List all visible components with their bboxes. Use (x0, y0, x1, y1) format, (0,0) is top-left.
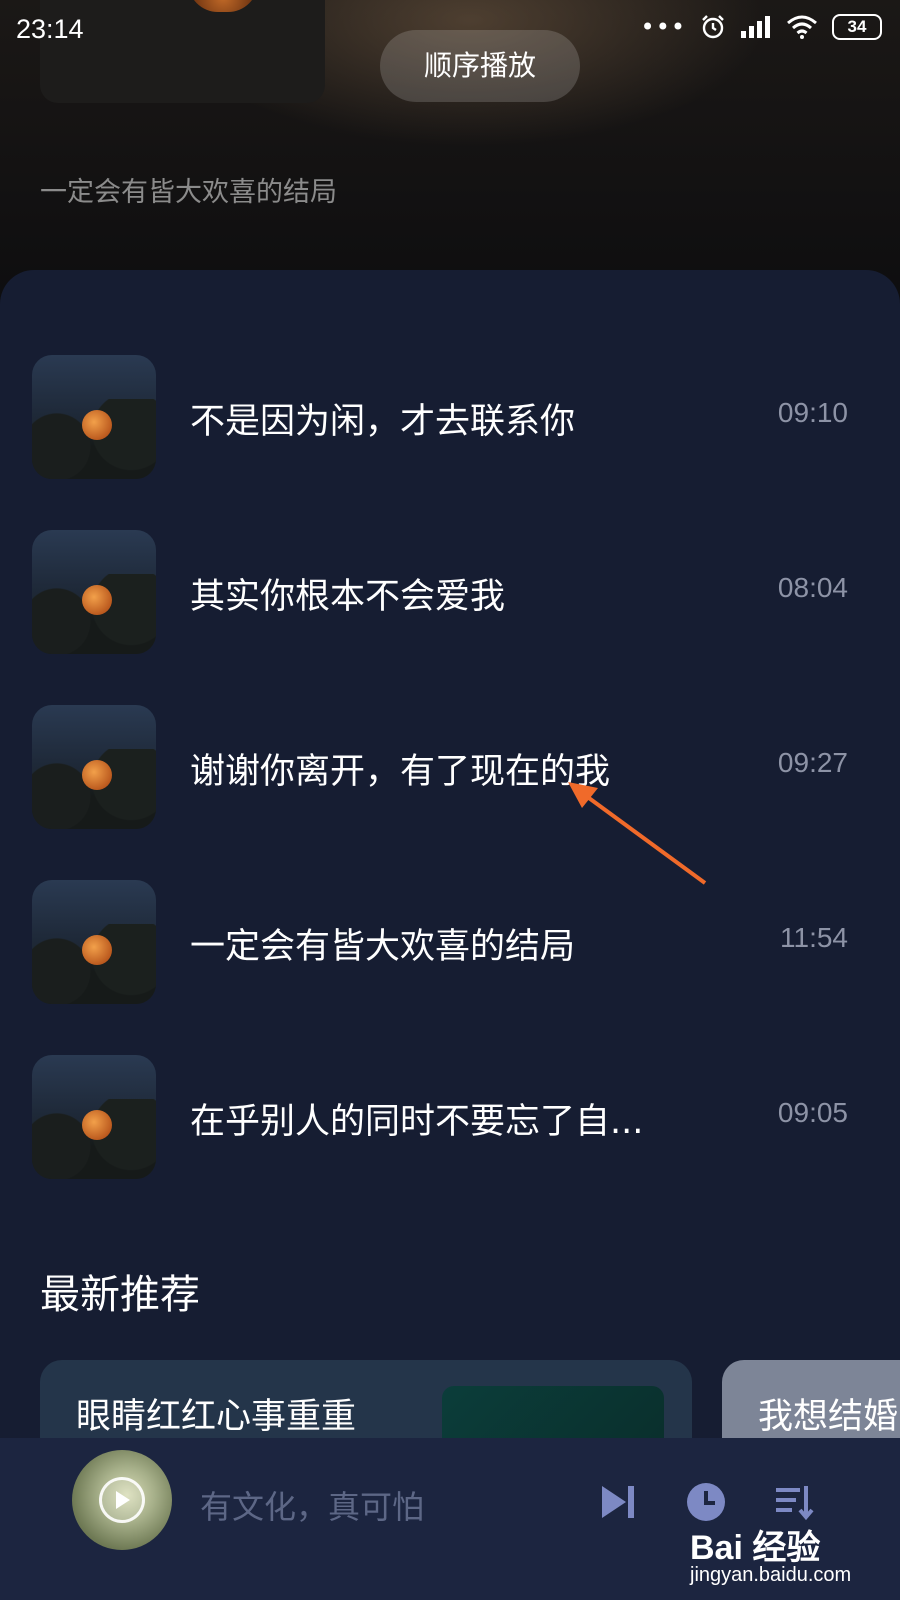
wifi-icon (787, 15, 817, 39)
annotation-arrow-icon (568, 782, 707, 885)
song-title: 不是因为闲，才去联系你 (190, 402, 576, 442)
song-duration: 11:54 (780, 922, 848, 953)
song-thumbnail (32, 355, 156, 479)
song-duration: 08:04 (777, 572, 848, 603)
list-item[interactable]: 不是因为闲，才去联系你 09:10 (0, 355, 900, 479)
status-time: 23:14 (16, 14, 84, 44)
song-duration: 09:27 (777, 747, 848, 778)
play-icon[interactable] (99, 1477, 145, 1523)
next-track-icon[interactable] (596, 1480, 640, 1524)
alarm-icon (702, 15, 724, 39)
section-title: 最新推荐 (40, 1272, 200, 1318)
song-duration: 09:05 (777, 1097, 848, 1128)
song-thumbnail (32, 880, 156, 1004)
song-thumbnail (32, 530, 156, 654)
playlist-icon[interactable] (772, 1480, 816, 1524)
more-dots-icon: ••• (640, 13, 686, 41)
status-icons: ••• 34 (641, 14, 882, 40)
baidu-logo: Bai 经验 (690, 1529, 821, 1567)
signal-icon (741, 16, 770, 38)
song-duration: 09:10 (777, 397, 848, 428)
song-title: 在乎别人的同时不要忘了自... (190, 1102, 644, 1142)
list-item[interactable]: 谢谢你离开，有了现在的我 09:27 (0, 705, 900, 829)
mini-player-cover[interactable] (72, 1450, 172, 1550)
song-title: 其实你根本不会爱我 (190, 577, 506, 617)
mini-player-title: 有文化，真可怕 (200, 1488, 425, 1526)
watermark-url: jingyan.baidu.com (690, 1564, 852, 1586)
song-title: 一定会有皆大欢喜的结局 (190, 927, 576, 967)
song-thumbnail (32, 1055, 156, 1179)
battery-indicator: 34 (832, 14, 882, 40)
recommend-card-title: 眼睛红红心事重重 (76, 1397, 357, 1437)
song-title: 谢谢你离开，有了现在的我 (190, 752, 611, 792)
watermark: Bai 经验 jingyan.baidu.com (690, 1520, 851, 1586)
play-mode-button[interactable]: 顺序播放 (380, 30, 580, 102)
recommend-card-title: 我想结婚 (758, 1397, 899, 1437)
playlist-description: 一定会有皆大欢喜的结局 (40, 177, 337, 208)
list-item[interactable]: 一定会有皆大欢喜的结局 11:54 (0, 880, 900, 1004)
timer-icon[interactable] (684, 1480, 728, 1524)
list-item[interactable]: 在乎别人的同时不要忘了自... 09:05 (0, 1055, 900, 1179)
list-item[interactable]: 其实你根本不会爱我 08:04 (0, 530, 900, 654)
song-thumbnail (32, 705, 156, 829)
